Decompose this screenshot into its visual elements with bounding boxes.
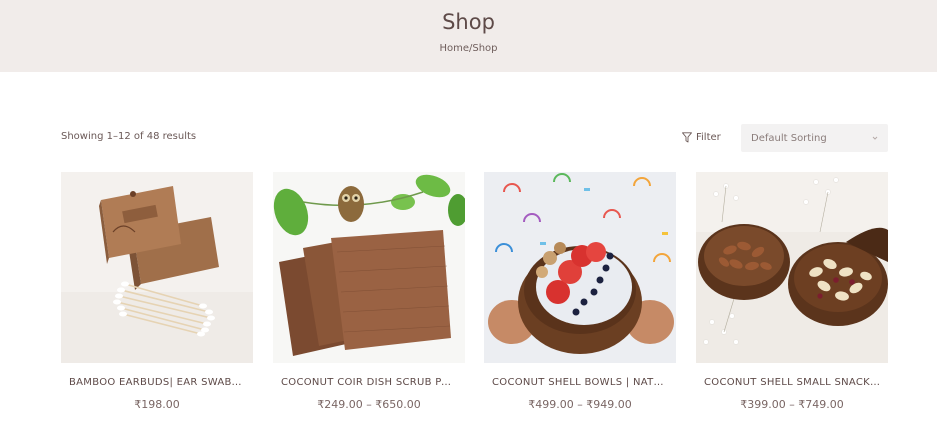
product-image[interactable] xyxy=(61,172,253,363)
product-image[interactable] xyxy=(696,172,888,363)
product-price: ₹399.00 – ₹749.00 xyxy=(740,398,844,411)
product-image[interactable] xyxy=(484,172,676,363)
filter-button[interactable]: Filter xyxy=(682,129,721,145)
sort-selected-value: Default Sorting xyxy=(751,132,827,144)
product-name[interactable]: COCONUT SHELL SMALL SNACK... xyxy=(696,377,888,388)
filter-label: Filter xyxy=(696,131,721,143)
product-image[interactable] xyxy=(273,172,465,363)
product-price: ₹198.00 xyxy=(134,398,180,411)
breadcrumb-home-link[interactable]: Home xyxy=(439,43,469,54)
product-name[interactable]: BAMBOO EARBUDS| EAR SWABS –... xyxy=(61,377,253,388)
product-card[interactable]: COCONUT COIR DISH SCRUB PADS ₹249.00 – ₹… xyxy=(273,172,465,422)
breadcrumb: Home/Shop xyxy=(0,43,937,54)
page-title: Shop xyxy=(442,10,495,34)
sort-select[interactable]: Default Sorting xyxy=(741,124,888,152)
product-card[interactable]: COCONUT SHELL BOWLS | NATURAL... ₹499.00… xyxy=(484,172,676,422)
filter-funnel-icon xyxy=(682,131,692,143)
results-count: Showing 1–12 of 48 results xyxy=(61,131,197,142)
product-name[interactable]: COCONUT COIR DISH SCRUB PADS xyxy=(273,377,465,388)
chevron-down-icon xyxy=(870,133,880,143)
product-card[interactable]: BAMBOO EARBUDS| EAR SWABS –... ₹198.00 xyxy=(61,172,253,422)
product-card[interactable]: COCONUT SHELL SMALL SNACK... ₹399.00 – ₹… xyxy=(696,172,888,422)
product-price: ₹499.00 – ₹949.00 xyxy=(528,398,632,411)
page-header: Shop Home/Shop xyxy=(0,0,937,72)
product-price: ₹249.00 – ₹650.00 xyxy=(317,398,421,411)
product-name[interactable]: COCONUT SHELL BOWLS | NATURAL... xyxy=(484,377,676,388)
breadcrumb-current: Shop xyxy=(472,43,498,54)
